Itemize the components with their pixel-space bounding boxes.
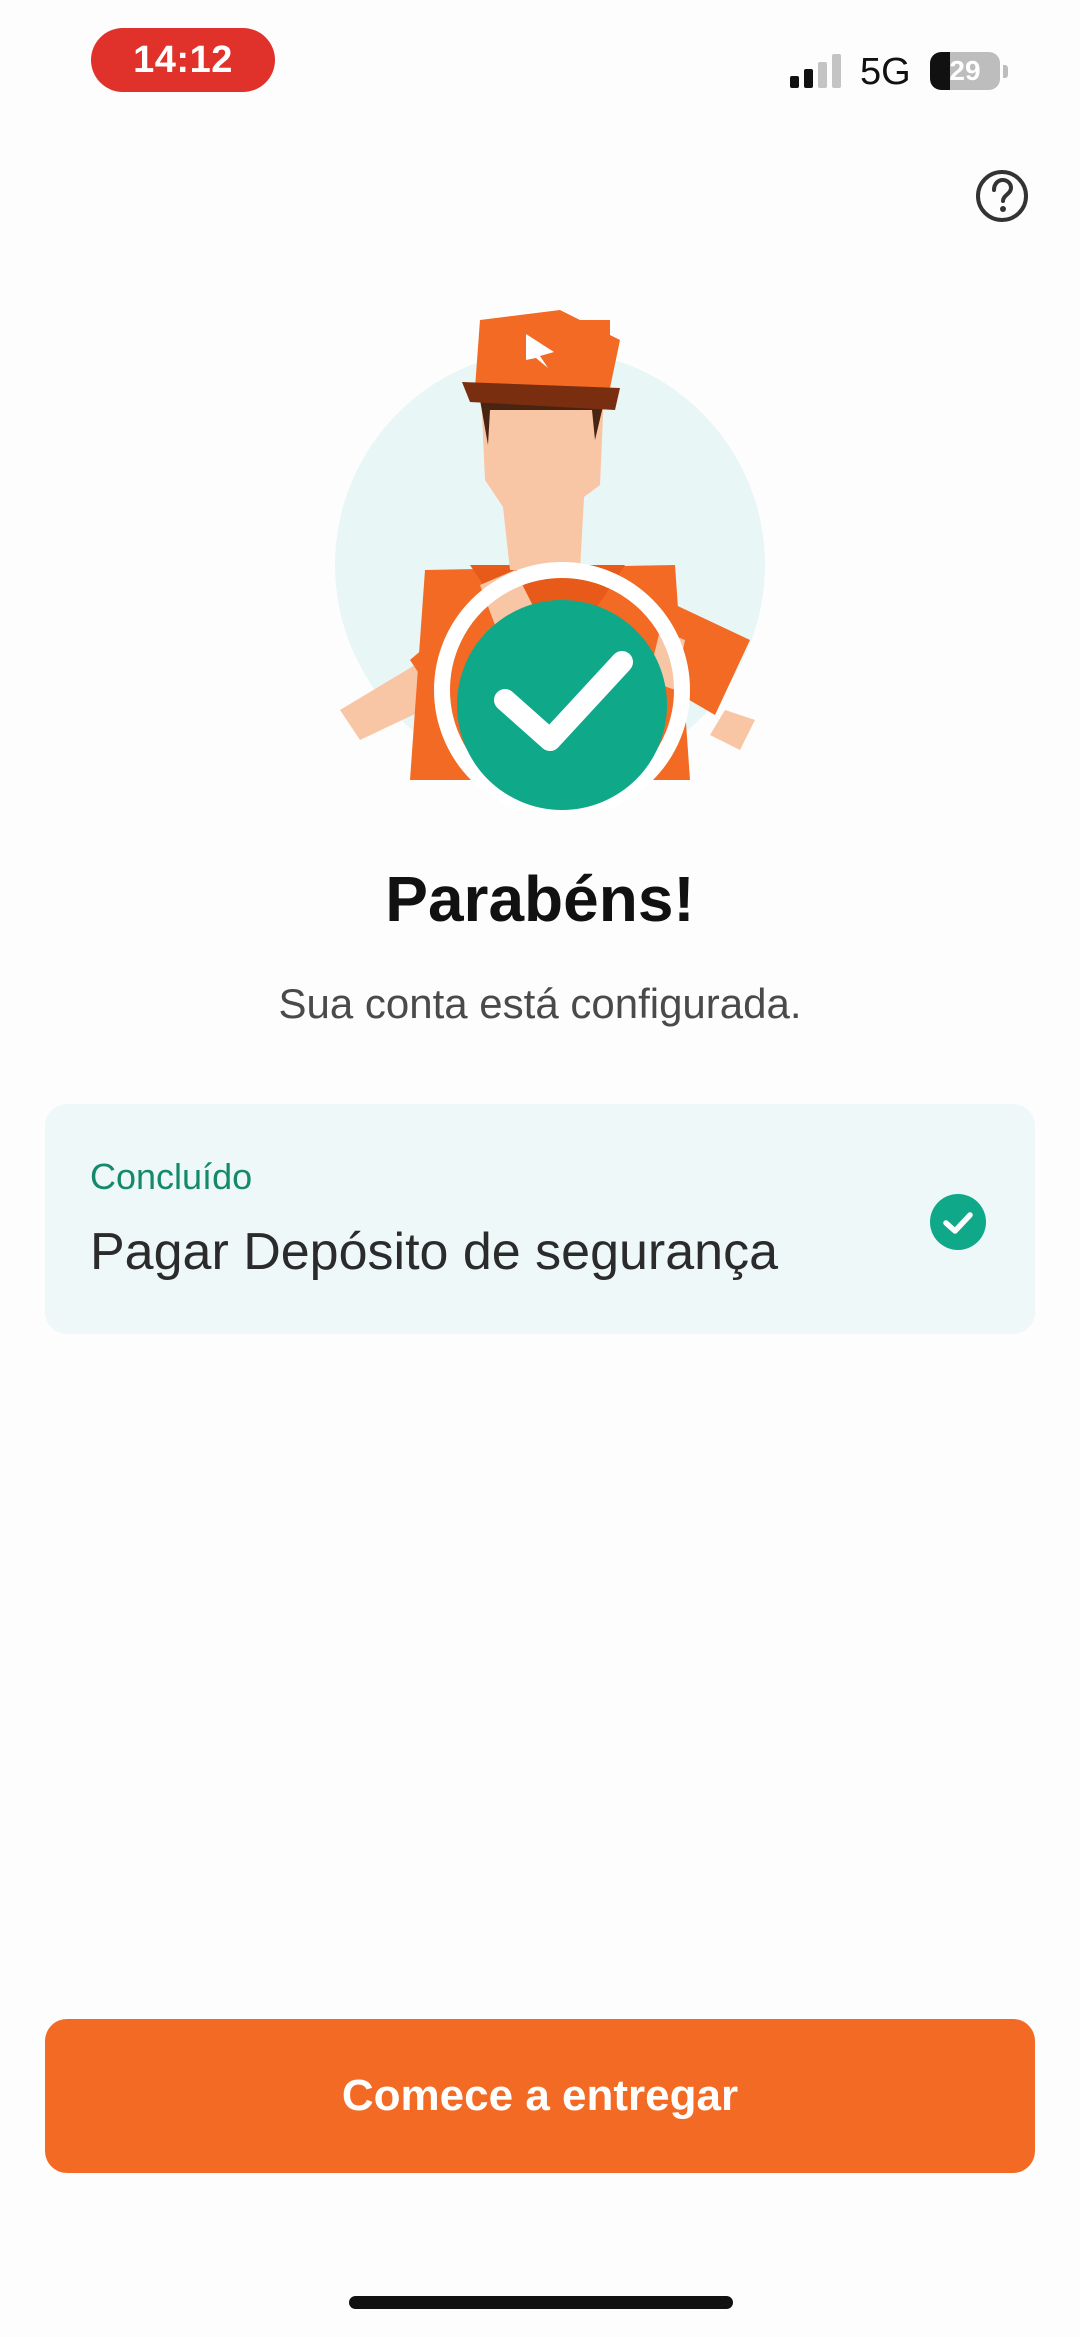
battery-percent: 29 [949,55,981,86]
start-delivering-button[interactable]: Comece a entregar [45,2019,1035,2173]
signal-bar [790,76,799,88]
task-name: Pagar Depósito de segurança [90,1223,779,1281]
signal-bar [832,54,841,88]
signal-bar [804,69,813,88]
question-circle-icon [976,170,1028,222]
network-type: 5G [860,51,911,93]
signal-icon [790,54,841,88]
check-circle-icon [930,1194,986,1250]
task-status: Concluído [90,1156,253,1197]
courier-check-illustration [335,310,765,810]
page-title: Parabéns! [385,863,695,935]
battery-icon: 29 [930,52,1008,92]
page-subtitle: Sua conta está configurada. [278,980,802,1027]
help-button[interactable] [975,169,1029,223]
signal-bar [818,62,827,88]
status-time: 14:12 [91,28,275,92]
home-indicator [349,2296,733,2309]
task-card[interactable]: Concluído Pagar Depósito de segurança [45,1104,1035,1334]
